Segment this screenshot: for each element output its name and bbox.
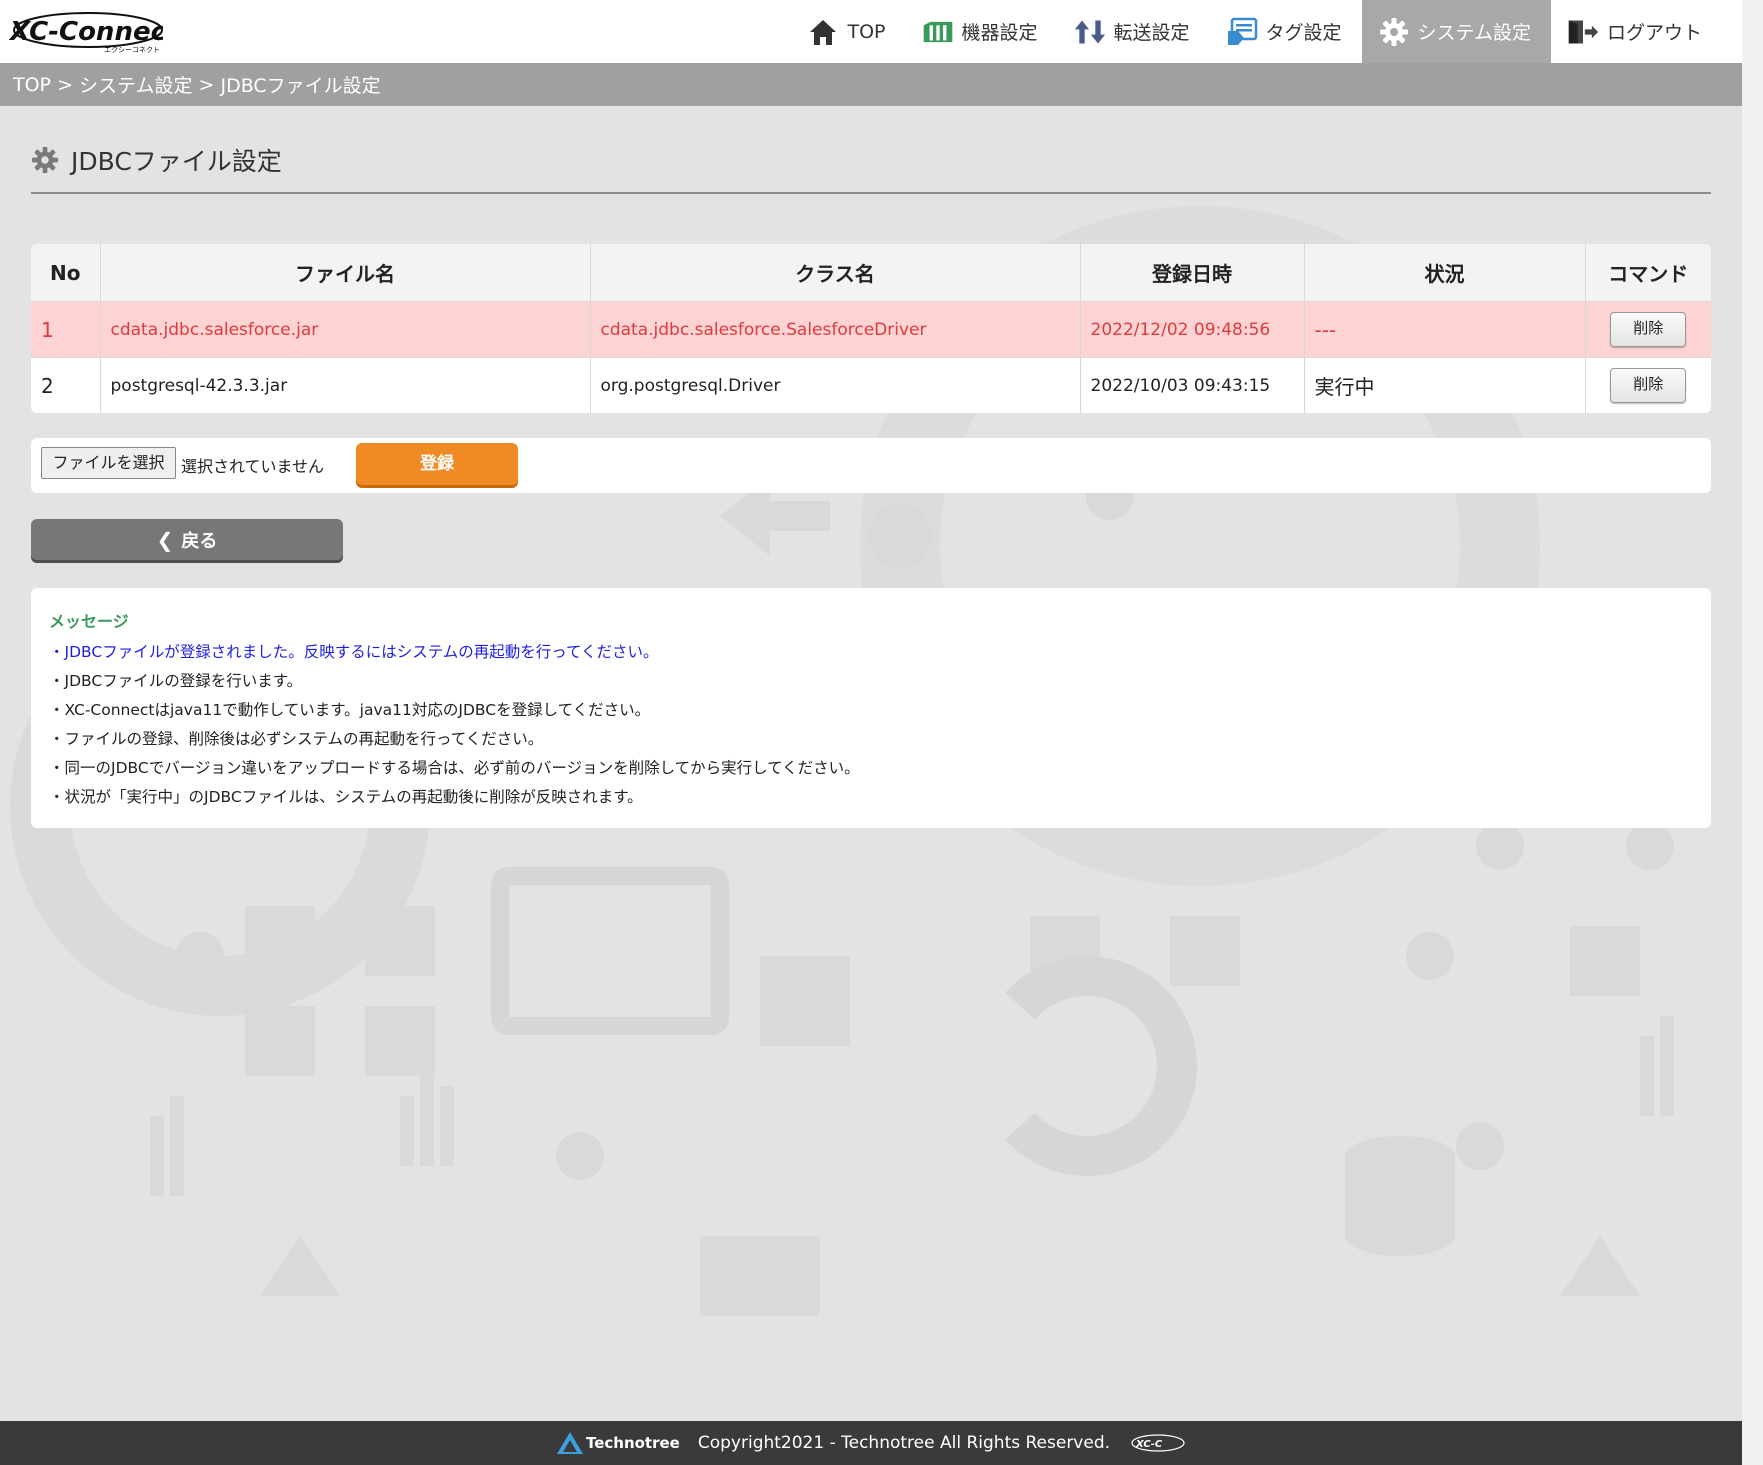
page-title-row: JDBCファイル設定 <box>31 142 282 178</box>
column-header-registered-at: 登録日時 <box>1080 244 1305 302</box>
page-title: JDBCファイル設定 <box>71 147 282 176</box>
column-header-command: コマンド <box>1585 244 1711 302</box>
row-file-name: cdata.jdbc.salesforce.jar <box>100 301 591 358</box>
breadcrumb-separator: > <box>192 73 221 96</box>
message-item: ・状況が「実行中」のJDBCファイルは、システムの再起動後に削除が反映されます。 <box>49 788 643 806</box>
delete-button[interactable]: 削除 <box>1610 312 1687 347</box>
breadcrumb-current: JDBCファイル設定 <box>220 75 381 97</box>
nav-top-label: TOP <box>847 20 886 43</box>
svg-text:エクシーコネクト: エクシーコネクト <box>104 46 160 54</box>
back-button[interactable]: ❮ 戻る <box>31 519 343 560</box>
gear-icon <box>31 146 59 174</box>
app-logo[interactable]: XC-Connect エクシーコネクト <box>8 8 180 54</box>
column-header-class-name: クラス名 <box>590 244 1081 302</box>
breadcrumb-separator: > <box>51 73 80 96</box>
nav-logout[interactable]: ログアウト <box>1551 0 1742 63</box>
title-divider <box>31 192 1711 194</box>
nav-logout-label: ログアウト <box>1606 22 1702 44</box>
row-file-name: postgresql-42.3.3.jar <box>100 357 591 413</box>
footer: Technotree Copyright2021 - Technotree Al… <box>0 1421 1742 1465</box>
row-command: 削除 <box>1585 358 1711 414</box>
row-registered-at: 2022/10/03 09:43:15 <box>1080 357 1305 413</box>
footer-brand: Technotree <box>556 1430 680 1456</box>
message-item: ・XC-Connectはjava11で動作しています。java11対応のJDBC… <box>49 701 651 719</box>
svg-text:XC-C: XC-C <box>1135 1439 1163 1450</box>
row-registered-at: 2022/12/02 09:48:56 <box>1080 301 1305 358</box>
main-nav: TOP 機器設定 転送設定 タグ設定 システム設定 ログアウト <box>791 0 1742 63</box>
nav-device-settings[interactable]: 機器設定 <box>906 0 1058 63</box>
table-row: 1 cdata.jdbc.salesforce.jar cdata.jdbc.s… <box>31 301 1711 358</box>
row-command: 削除 <box>1585 301 1711 358</box>
footer-brand-name: Technotree <box>585 1434 680 1452</box>
row-no: 1 <box>31 301 101 358</box>
breadcrumb: TOP > システム設定 > JDBCファイル設定 <box>0 63 1742 106</box>
breadcrumb-top[interactable]: TOP <box>13 74 51 96</box>
message-item: ・JDBCファイルの登録を行います。 <box>49 672 303 690</box>
jdbc-file-table: No ファイル名 クラス名 登録日時 状況 コマンド 1 cdata.jdbc.… <box>31 244 1711 413</box>
chevron-left-icon: ❮ <box>156 527 174 552</box>
row-class-name: cdata.jdbc.salesforce.SalesforceDriver <box>590 301 1081 358</box>
message-item: ・JDBCファイルが登録されました。反映するにはシステムの再起動を行ってください… <box>49 643 659 661</box>
column-header-status: 状況 <box>1304 244 1586 302</box>
transfer-icon <box>1074 16 1106 48</box>
breadcrumb-system-settings[interactable]: システム設定 <box>79 71 192 98</box>
nav-system-settings[interactable]: システム設定 <box>1361 0 1551 63</box>
column-header-file-name: ファイル名 <box>100 244 591 302</box>
message-panel: メッセージ ・JDBCファイルが登録されました。反映するにはシステムの再起動を行… <box>31 588 1711 828</box>
nav-device-label: 機器設定 <box>961 22 1038 44</box>
table-header-row: No ファイル名 クラス名 登録日時 状況 コマンド <box>31 244 1711 302</box>
vertical-scrollbar[interactable] <box>1742 0 1763 1465</box>
column-header-no: No <box>31 244 101 302</box>
home-icon <box>807 16 839 48</box>
device-icon <box>922 16 954 48</box>
message-item: ・ファイルの登録、削除後は必ずシステムの再起動を行ってください。 <box>49 730 544 748</box>
table-row: 2 postgresql-42.3.3.jar org.postgresql.D… <box>31 357 1711 414</box>
delete-button[interactable]: 削除 <box>1610 368 1687 403</box>
logout-icon <box>1567 16 1599 48</box>
nav-system-label: システム設定 <box>1417 22 1531 44</box>
file-selection-status: 選択されていません <box>181 457 325 476</box>
technotree-logo-icon <box>556 1430 584 1456</box>
nav-transfer-label: 転送設定 <box>1113 22 1190 44</box>
row-no: 2 <box>31 357 101 413</box>
header: XC-Connect エクシーコネクト TOP 機器設定 転送設定 タグ設定 シ… <box>0 0 1742 63</box>
footer-app-logo: XC-C <box>1130 1432 1186 1454</box>
back-button-label: 戻る <box>181 530 218 552</box>
nav-tag-label: タグ設定 <box>1265 22 1342 44</box>
message-title: メッセージ <box>49 612 129 631</box>
register-button[interactable]: 登録 <box>356 443 518 485</box>
message-item: ・同一のJDBCでバージョン違いをアップロードする場合は、必ず前のバージョンを削… <box>49 759 860 777</box>
row-class-name: org.postgresql.Driver <box>590 357 1081 413</box>
footer-copyright: Copyright2021 - Technotree All Rights Re… <box>697 1433 1111 1453</box>
row-status: 実行中 <box>1304 357 1586 413</box>
nav-tag-settings[interactable]: タグ設定 <box>1210 0 1362 63</box>
nav-top[interactable]: TOP <box>791 0 905 63</box>
page: XC-Connect エクシーコネクト TOP 機器設定 転送設定 タグ設定 シ… <box>0 0 1742 1465</box>
upload-panel: ファイルを選択 選択されていません 登録 <box>31 438 1711 493</box>
row-status: --- <box>1304 301 1586 358</box>
choose-file-button[interactable]: ファイルを選択 <box>41 447 176 479</box>
tag-icon <box>1226 16 1258 48</box>
nav-transfer-settings[interactable]: 転送設定 <box>1058 0 1210 63</box>
gear-icon <box>1378 16 1410 48</box>
message-list: ・JDBCファイルが登録されました。反映するにはシステムの再起動を行ってください… <box>49 638 860 812</box>
